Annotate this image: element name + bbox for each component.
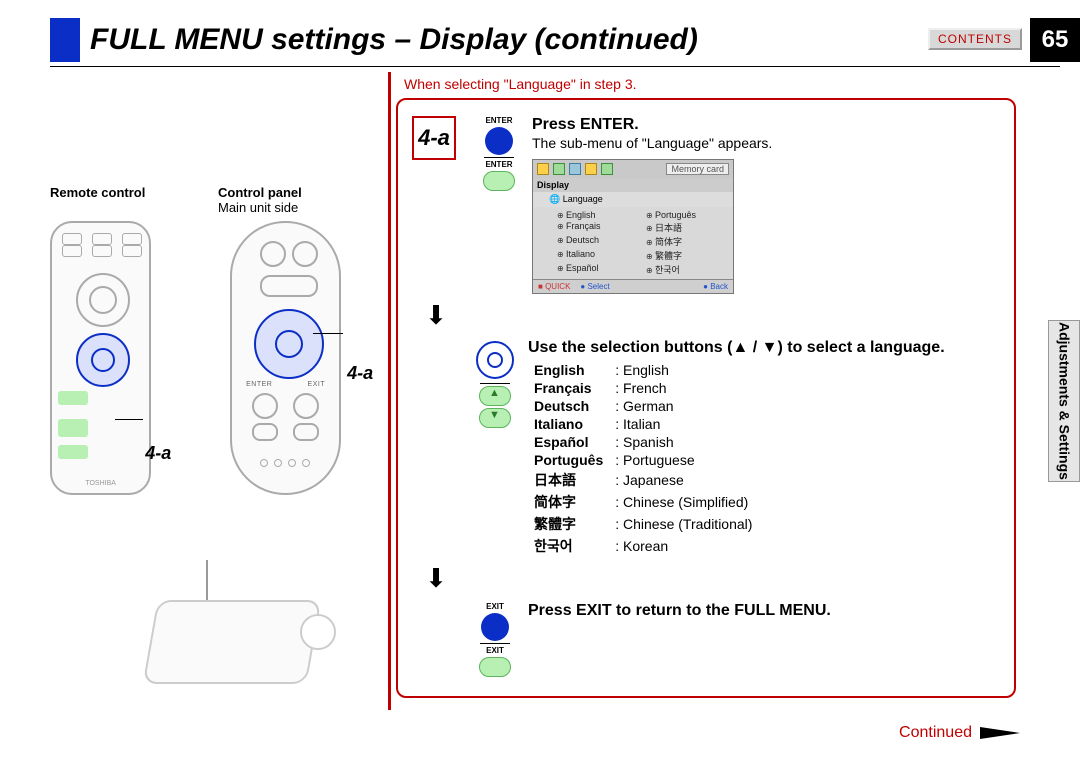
- press-enter-sub: The sub-menu of "Language" appears.: [532, 134, 1000, 153]
- osd-language-row: 🌐 Language: [533, 192, 733, 207]
- exit-label-icon: EXIT: [486, 646, 504, 655]
- green-button-icon: [479, 657, 511, 677]
- remote-dpad-icon: [76, 333, 130, 387]
- brand-label: TOSHIBA: [52, 480, 149, 487]
- osd-lang-item: 简体字: [646, 235, 727, 248]
- page-title: FULL MENU settings – Display (continued): [90, 23, 698, 57]
- blue-button-icon: [485, 127, 513, 155]
- remote-control-label: Remote control: [50, 185, 178, 215]
- projector-diagram: [150, 570, 330, 690]
- callout-4a: 4-a: [145, 443, 171, 464]
- divider-vertical: [388, 72, 391, 710]
- osd-quick: QUICK: [545, 282, 570, 291]
- osd-memory-card-tab: Memory card: [666, 163, 729, 175]
- down-arrow-icon: ⬇: [416, 300, 456, 331]
- language-table: English: English Français: French Deutsc…: [528, 361, 758, 557]
- panel-exit-label: EXIT: [308, 381, 326, 388]
- osd-lang-item: Italiano: [557, 249, 638, 262]
- exit-button-icons: EXIT EXIT: [462, 602, 528, 677]
- osd-lang-item: Português: [646, 210, 727, 220]
- up-button-icon: [479, 386, 511, 406]
- down-arrow-icon: ⬇: [416, 563, 456, 594]
- blue-button-icon: [481, 613, 509, 641]
- contents-button[interactable]: CONTENTS: [928, 28, 1022, 50]
- selection-button-icons: [462, 339, 528, 428]
- remote-highlight-button: [58, 445, 88, 459]
- instruction-panel: 4-a ENTER ENTER Press ENTER. The sub-men…: [396, 98, 1016, 698]
- control-panel-label: Control panel: [218, 185, 358, 200]
- control-panel-diagram: ENTER EXIT: [230, 221, 341, 495]
- osd-display-row: Display: [533, 178, 733, 192]
- dpad-icon: [476, 341, 514, 379]
- select-language-heading: Use the selection buttons (▲ / ▼) to sel…: [528, 339, 958, 357]
- down-button-icon: [479, 408, 511, 428]
- main-unit-side-label: Main unit side: [218, 200, 298, 215]
- osd-screenshot: Memory card Display 🌐 Language English P…: [532, 159, 734, 294]
- osd-lang-item: 繁體字: [646, 249, 727, 262]
- green-button-icon: [483, 171, 515, 191]
- page-number: 65: [1030, 18, 1080, 62]
- step-context-note: When selecting "Language" in step 3.: [404, 76, 637, 92]
- enter-label-icon: ENTER: [485, 160, 512, 169]
- osd-lang-item: 日本語: [646, 221, 727, 234]
- press-exit-heading: Press EXIT to return to the FULL MENU.: [528, 602, 1000, 620]
- osd-lang-item: Español: [557, 263, 638, 276]
- osd-back: Back: [710, 282, 728, 291]
- osd-lang-item: 한국어: [646, 263, 727, 276]
- callout-4a: 4-a: [347, 363, 373, 384]
- osd-lang-item: English: [557, 210, 638, 220]
- osd-select: Select: [587, 282, 609, 291]
- panel-enter-label: ENTER: [246, 381, 272, 388]
- remote-highlight-button: [58, 419, 88, 437]
- title-accent: [50, 18, 80, 62]
- horizontal-rule: [50, 66, 1060, 67]
- continued-indicator: Continued: [899, 724, 1020, 742]
- hardware-diagrams: Remote control Control panel Main unit s…: [50, 185, 380, 495]
- enter-label-icon: ENTER: [485, 116, 512, 125]
- remote-control-diagram: TOSHIBA: [50, 221, 151, 495]
- section-tab-adjustments-settings[interactable]: Adjustments & Settings: [1048, 320, 1080, 482]
- continued-label: Continued: [899, 724, 972, 742]
- remote-highlight-button: [58, 391, 88, 405]
- continued-arrow-icon: [980, 727, 1020, 739]
- panel-dpad-icon: [254, 309, 324, 379]
- osd-lang-item: Deutsch: [557, 235, 638, 248]
- exit-label-icon: EXIT: [486, 602, 504, 611]
- enter-button-icons: ENTER ENTER: [466, 116, 532, 191]
- step-badge-4a: 4-a: [412, 116, 456, 160]
- press-enter-heading: Press ENTER.: [532, 116, 1000, 134]
- osd-lang-item: Français: [557, 221, 638, 234]
